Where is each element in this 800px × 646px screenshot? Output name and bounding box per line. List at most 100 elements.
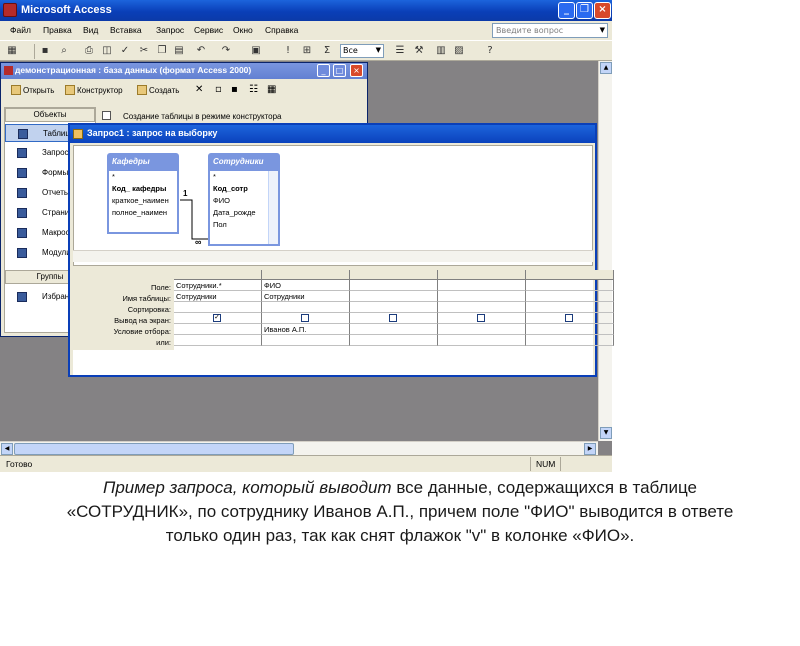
grid-cell-or[interactable] — [350, 335, 438, 346]
top-values-select[interactable]: Все ▼ — [340, 44, 384, 58]
menu-view[interactable]: Вид — [83, 25, 98, 35]
create-table-design-item[interactable]: Создание таблицы в режиме конструктора — [102, 111, 282, 121]
db-minimize-button[interactable]: _ — [317, 64, 330, 77]
grid-cell-sort[interactable] — [526, 302, 614, 313]
db-close-button[interactable]: × — [350, 64, 363, 77]
build-icon[interactable]: ⚒ — [412, 44, 426, 58]
grid-cell-show[interactable] — [438, 313, 526, 324]
checkbox-unchecked[interactable] — [477, 314, 485, 322]
grid-cell-show[interactable]: ✓ — [174, 313, 262, 324]
scroll-left-icon[interactable]: ◀ — [1, 443, 13, 455]
relationship-line[interactable]: 1 ∞ — [74, 146, 594, 267]
delete-icon[interactable]: ✕ — [195, 84, 203, 95]
grid-cell-or[interactable] — [262, 335, 350, 346]
grid-cell-table[interactable]: Сотрудники — [262, 291, 350, 302]
query-type-icon[interactable]: ▣ — [249, 44, 263, 58]
print-icon[interactable]: ⎙ — [82, 44, 96, 58]
new-object-icon[interactable]: ▨ — [452, 44, 466, 58]
grid-cell-criteria[interactable] — [350, 324, 438, 335]
checkbox-unchecked[interactable] — [389, 314, 397, 322]
objects-header[interactable]: Объекты — [5, 108, 95, 122]
create-button[interactable]: Создать — [137, 85, 179, 95]
grid-cell-or[interactable] — [438, 335, 526, 346]
redo-icon[interactable]: ↷ — [219, 44, 233, 58]
menu-insert[interactable]: Вставка — [110, 25, 142, 35]
menu-help[interactable]: Справка — [265, 25, 298, 35]
grid-cell-table[interactable] — [350, 291, 438, 302]
spelling-icon[interactable]: ✓ — [118, 44, 132, 58]
grid-cell-criteria[interactable] — [174, 324, 262, 335]
restore-button[interactable]: ❐ — [576, 2, 593, 19]
chevron-down-icon[interactable]: ▼ — [600, 26, 605, 34]
grid-cell-field[interactable] — [350, 280, 438, 291]
copy-icon[interactable]: ❐ — [155, 44, 169, 58]
checkbox-unchecked[interactable] — [301, 314, 309, 322]
grid-cell-table[interactable]: Сотрудники — [174, 291, 262, 302]
show-table-icon[interactable]: ⊞ — [300, 44, 314, 58]
grid-column-selector[interactable] — [350, 270, 438, 280]
open-button[interactable]: Открыть — [11, 85, 54, 95]
menu-tools[interactable]: Сервис — [194, 25, 223, 35]
view-icon[interactable]: ▦ — [5, 44, 19, 58]
minimize-button[interactable]: _ — [558, 2, 575, 19]
grid-cell-or[interactable] — [174, 335, 262, 346]
create-icon — [137, 85, 147, 95]
grid-column-selector[interactable] — [438, 270, 526, 280]
grid-cell-criteria[interactable] — [438, 324, 526, 335]
table-pane-scrollbar[interactable] — [73, 250, 593, 262]
ask-question-input[interactable]: Введите вопрос ▼ — [492, 23, 608, 38]
grid-cell-table[interactable] — [526, 291, 614, 302]
details-view-icon[interactable]: ▦ — [267, 84, 276, 95]
save-icon[interactable]: ▪ — [38, 44, 52, 58]
grid-cell-criteria[interactable]: Иванов А.П. — [262, 324, 350, 335]
grid-column-selector[interactable] — [174, 270, 262, 280]
menu-query[interactable]: Запрос — [156, 25, 184, 35]
design-icon — [65, 85, 75, 95]
vertical-scrollbar[interactable]: ▲ ▼ — [598, 61, 612, 441]
preview-icon[interactable]: ◫ — [100, 44, 114, 58]
checkbox-unchecked[interactable] — [565, 314, 573, 322]
totals-icon[interactable]: Σ — [320, 44, 334, 58]
grid-cell-field[interactable]: ФИО — [262, 280, 350, 291]
grid-cell-field[interactable]: Сотрудники.* — [174, 280, 262, 291]
grid-cell-sort[interactable] — [350, 302, 438, 313]
list-view-icon[interactable]: ☷ — [249, 84, 258, 95]
db-maximize-button[interactable]: □ — [333, 64, 346, 77]
properties-icon[interactable]: ☰ — [393, 44, 407, 58]
grid-cell-sort[interactable] — [174, 302, 262, 313]
grid-cell-show[interactable] — [350, 313, 438, 324]
grid-cell-field[interactable] — [526, 280, 614, 291]
scroll-right-icon[interactable]: ▶ — [584, 443, 596, 455]
grid-cell-sort[interactable] — [438, 302, 526, 313]
grid-cell-sort[interactable] — [262, 302, 350, 313]
undo-icon[interactable]: ↶ — [194, 44, 208, 58]
scroll-down-icon[interactable]: ▼ — [600, 427, 612, 439]
paste-icon[interactable]: ▤ — [172, 44, 186, 58]
large-icons-icon[interactable]: ▫ — [215, 84, 222, 95]
menu-edit[interactable]: Правка — [43, 25, 72, 35]
grid-column-selector[interactable] — [526, 270, 614, 280]
menu-window[interactable]: Окно — [233, 25, 253, 35]
grid-cell-show[interactable] — [526, 313, 614, 324]
cut-icon[interactable]: ✂ — [137, 44, 151, 58]
database-icon — [4, 66, 13, 75]
close-button[interactable]: × — [594, 2, 611, 19]
scroll-up-icon[interactable]: ▲ — [600, 62, 612, 74]
run-icon[interactable]: ! — [281, 44, 295, 58]
help-icon[interactable]: ? — [483, 44, 497, 58]
grid-cell-or[interactable] — [526, 335, 614, 346]
scroll-thumb[interactable] — [14, 443, 294, 455]
grid-cell-criteria[interactable] — [526, 324, 614, 335]
search-icon[interactable]: ⌕ — [57, 44, 71, 58]
design-button[interactable]: Конструктор — [65, 85, 123, 95]
menu-file[interactable]: Файл — [10, 25, 31, 35]
database-window-icon[interactable]: ▥ — [434, 44, 448, 58]
grid-cell-show[interactable] — [262, 313, 350, 324]
grid-cell-table[interactable] — [438, 291, 526, 302]
grid-column-selector[interactable] — [262, 270, 350, 280]
chevron-down-icon[interactable]: ▼ — [376, 46, 381, 54]
small-icons-icon[interactable]: ▪ — [231, 84, 238, 95]
horizontal-scrollbar[interactable]: ◀ ▶ — [0, 441, 598, 455]
grid-cell-field[interactable] — [438, 280, 526, 291]
checkbox-checked[interactable]: ✓ — [213, 314, 221, 322]
